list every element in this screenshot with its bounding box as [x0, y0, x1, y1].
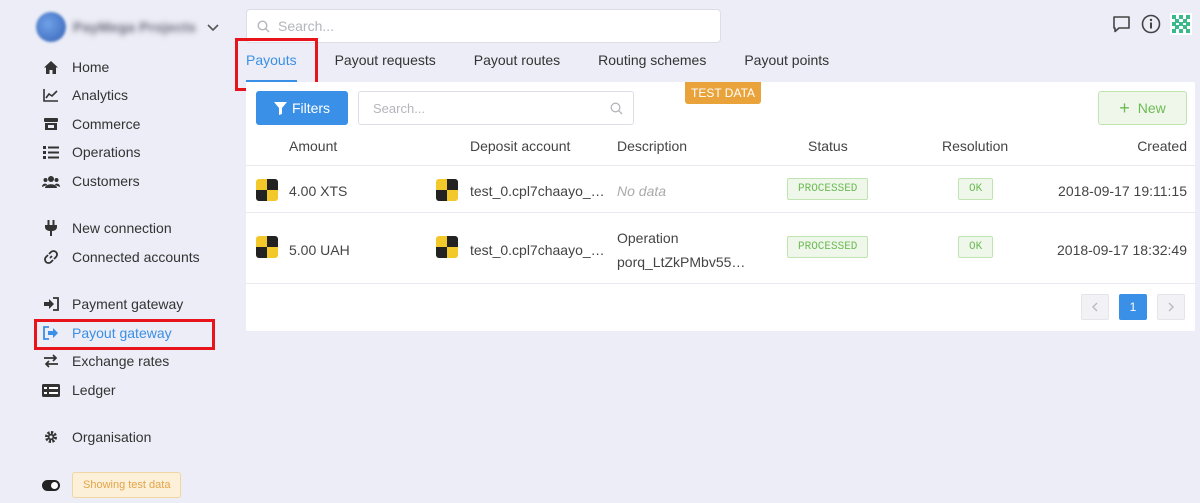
resolution-badge: OK	[958, 236, 994, 258]
filter-icon	[273, 101, 287, 115]
home-icon	[42, 58, 60, 76]
test-data-toggle-row: Showing test data	[42, 472, 182, 498]
payouts-search-input[interactable]	[373, 100, 603, 116]
sidebar-item-ledger[interactable]: Ledger	[42, 379, 116, 401]
status-badge: PROCESSED	[787, 236, 869, 258]
status-badge: PROCESSED	[787, 178, 869, 200]
new-payout-button[interactable]: + New	[1098, 91, 1187, 125]
sidebar-item-new-connection[interactable]: New connection	[42, 217, 172, 239]
sidebar-item-label: Payment gateway	[72, 296, 184, 312]
currency-icon	[256, 179, 278, 201]
payouts-panel: Filters TEST DATA + New Amount Deposit a…	[246, 82, 1195, 331]
test-data-badge: Showing test data	[72, 472, 182, 498]
sidebar-item-customers[interactable]: Customers	[42, 170, 140, 192]
analytics-icon	[42, 86, 60, 104]
table-header: Amount Deposit account Description Statu…	[246, 136, 1195, 166]
tab-payout-points[interactable]: Payout points	[744, 52, 829, 82]
table-row[interactable]: 5.00 UAH test_0.cpl7chaayo_… Operation p…	[246, 213, 1195, 284]
sidebar-item-label: Analytics	[72, 87, 129, 103]
link-icon	[42, 248, 60, 266]
sidebar-item-operations[interactable]: Operations	[42, 141, 140, 163]
tab-routing-schemes[interactable]: Routing schemes	[598, 52, 706, 82]
list-icon	[42, 143, 60, 161]
avatar[interactable]	[1170, 13, 1192, 35]
tab-payout-routes[interactable]: Payout routes	[474, 52, 560, 82]
sidebar-item-label: Connected accounts	[72, 249, 200, 265]
ledger-icon	[42, 381, 60, 399]
sidebar-item-label: New connection	[72, 220, 172, 236]
global-search-input[interactable]	[278, 18, 678, 34]
filters-label: Filters	[291, 100, 331, 116]
prev-page-button[interactable]	[1081, 294, 1109, 320]
users-icon	[42, 172, 60, 190]
chevron-down-icon	[207, 24, 219, 32]
resolution-badge: OK	[958, 178, 994, 200]
project-name: PayMega Projects	[73, 19, 197, 35]
column-created[interactable]: Created	[1137, 138, 1187, 154]
search-icon	[610, 102, 623, 115]
sign-in-icon	[42, 295, 60, 313]
sidebar-item-commerce[interactable]: Commerce	[42, 113, 140, 135]
sidebar-item-label: Commerce	[72, 116, 141, 132]
deposit-account: test_0.cpl7chaayo_…	[470, 183, 605, 199]
table-row[interactable]: 4.00 XTS test_0.cpl7chaayo_… No data PRO…	[246, 166, 1195, 213]
test-data-toggle[interactable]	[42, 479, 60, 491]
amount: 5.00 UAH	[289, 242, 350, 258]
new-label: New	[1137, 100, 1166, 116]
column-status[interactable]: Status	[808, 138, 848, 154]
search-icon	[257, 19, 270, 32]
test-data-label: TEST DATA	[685, 82, 762, 104]
sidebar-item-label: Exchange rates	[72, 353, 170, 369]
sidebar-item-exchange-rates[interactable]: Exchange rates	[42, 350, 169, 372]
column-resolution[interactable]: Resolution	[942, 138, 1008, 154]
description: No data	[617, 183, 667, 199]
created-date: 2018-09-17 19:11:15	[1058, 183, 1187, 199]
sidebar: PayMega Projects Home Analytics Commerce…	[0, 0, 230, 503]
plug-icon	[42, 219, 60, 237]
gear-icon	[42, 428, 60, 446]
tab-bar: Payouts Payout requests Payout routes Ro…	[246, 52, 867, 82]
account-icon	[436, 179, 458, 201]
highlight-payout-gateway	[34, 319, 215, 350]
column-amount[interactable]: Amount	[289, 138, 337, 154]
column-description[interactable]: Description	[617, 138, 687, 154]
next-page-button[interactable]	[1157, 294, 1185, 320]
sidebar-item-label: Organisation	[72, 429, 152, 445]
amount: 4.00 XTS	[289, 183, 348, 199]
chevron-left-icon	[1092, 302, 1098, 312]
filters-button[interactable]: Filters	[256, 91, 348, 125]
sidebar-item-payment-gateway[interactable]: Payment gateway	[42, 293, 183, 315]
sidebar-item-label: Operations	[72, 144, 141, 160]
tab-payout-requests[interactable]: Payout requests	[335, 52, 436, 82]
page-button-current[interactable]: 1	[1119, 294, 1147, 320]
sidebar-item-organisation[interactable]: Organisation	[42, 426, 151, 448]
column-deposit-account[interactable]: Deposit account	[470, 138, 570, 154]
project-logo	[36, 12, 66, 42]
sidebar-item-analytics[interactable]: Analytics	[42, 84, 128, 106]
created-date: 2018-09-17 18:32:49	[1057, 242, 1187, 258]
currency-icon	[256, 236, 278, 258]
exchange-icon	[42, 352, 60, 370]
sidebar-item-connected-accounts[interactable]: Connected accounts	[42, 246, 200, 268]
top-icons	[1110, 13, 1192, 35]
project-switcher[interactable]: PayMega Projects	[36, 12, 220, 42]
sidebar-item-label: Home	[72, 59, 110, 75]
deposit-account: test_0.cpl7chaayo_…	[470, 242, 605, 258]
sidebar-item-label: Ledger	[72, 382, 116, 398]
info-icon[interactable]	[1140, 13, 1162, 35]
description-line-2: porq_LtZkPMbv55…	[617, 254, 746, 270]
pagination: 1	[1081, 294, 1185, 320]
plus-icon: +	[1119, 98, 1130, 118]
sidebar-item-label: Customers	[72, 173, 140, 189]
chevron-right-icon	[1168, 302, 1174, 312]
account-icon	[436, 236, 458, 258]
store-icon	[42, 115, 60, 133]
sidebar-item-home[interactable]: Home	[42, 56, 109, 78]
payouts-search[interactable]	[358, 91, 634, 125]
chat-icon[interactable]	[1110, 13, 1132, 35]
description-line-1: Operation	[617, 230, 679, 246]
